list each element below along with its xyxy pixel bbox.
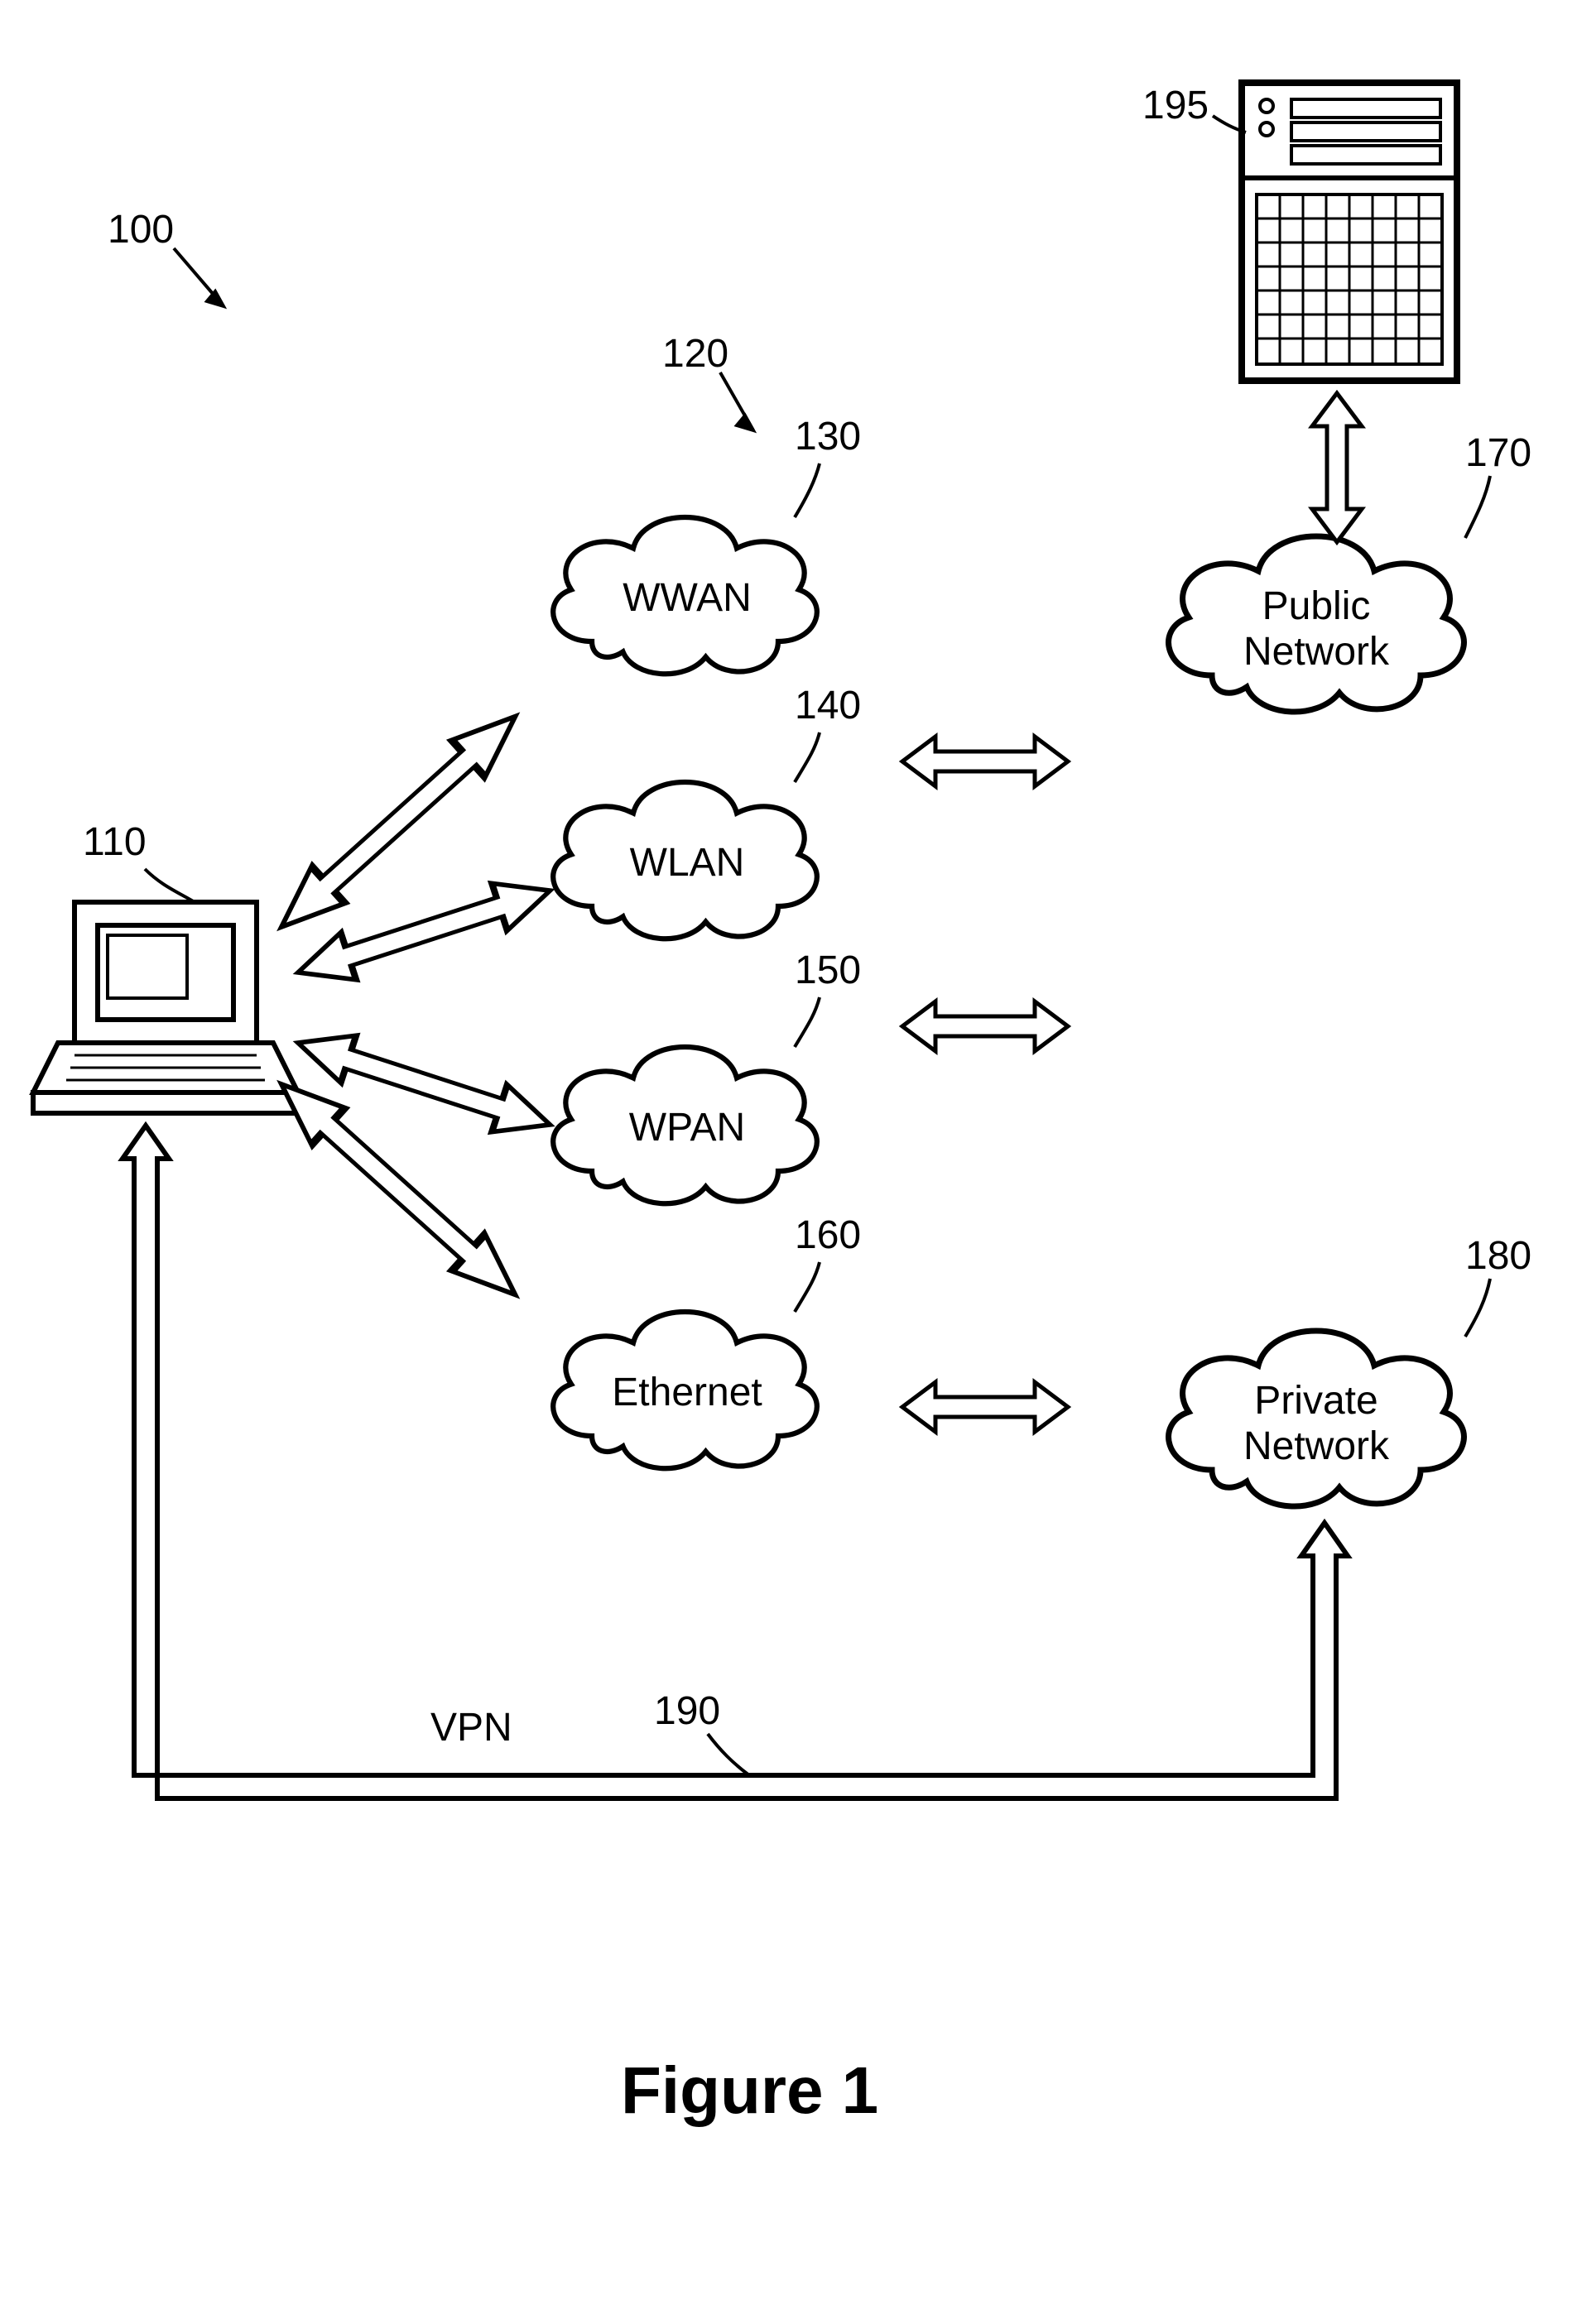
label-ethernet: Ethernet xyxy=(596,1370,778,1415)
server-icon xyxy=(1242,83,1457,381)
ref-195: 195 xyxy=(1142,83,1209,128)
ref-140: 140 xyxy=(795,683,861,728)
ref-120: 120 xyxy=(662,331,728,377)
ref-170: 170 xyxy=(1465,430,1531,476)
diagram-page: 100 120 110 195 130 140 150 160 170 180 … xyxy=(0,0,1577,2324)
label-wlan: WLAN xyxy=(613,840,762,886)
figure-title: Figure 1 xyxy=(621,2053,878,2129)
ref-150: 150 xyxy=(795,948,861,993)
diagram-svg xyxy=(0,0,1577,2324)
label-public: PublicNetwork xyxy=(1225,583,1407,675)
ref-160: 160 xyxy=(795,1212,861,1258)
label-vpn: VPN xyxy=(430,1705,512,1750)
ref-130: 130 xyxy=(795,414,861,459)
ref-180: 180 xyxy=(1465,1233,1531,1279)
ref-100: 100 xyxy=(108,207,174,252)
label-private: PrivateNetwork xyxy=(1225,1378,1407,1469)
ref-110: 110 xyxy=(83,819,147,865)
ref-190: 190 xyxy=(654,1688,720,1734)
label-wwan: WWAN xyxy=(613,575,762,621)
laptop-icon xyxy=(33,902,298,1113)
label-wpan: WPAN xyxy=(613,1105,762,1150)
